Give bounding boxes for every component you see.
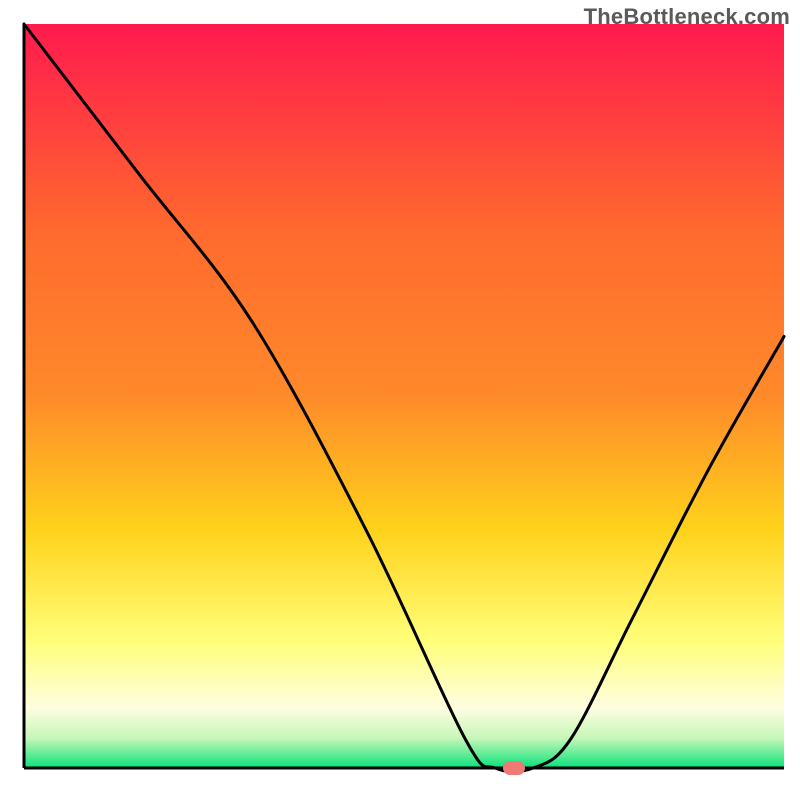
plot-background	[24, 24, 784, 768]
watermark-text: TheBottleneck.com	[584, 4, 790, 30]
chart-canvas	[0, 0, 800, 800]
minimum-marker	[503, 761, 525, 775]
chart-frame: TheBottleneck.com	[0, 0, 800, 800]
